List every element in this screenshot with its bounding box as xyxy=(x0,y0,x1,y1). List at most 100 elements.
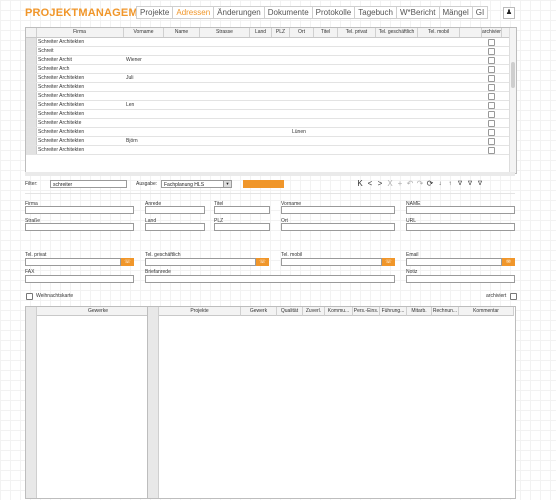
column-header-f-hrung[interactable]: Führung... xyxy=(380,307,407,316)
undo-icon[interactable]: ↶ xyxy=(406,179,414,189)
archiviert-checkbox[interactable] xyxy=(488,120,495,127)
row-selector[interactable] xyxy=(26,128,37,136)
titel-field[interactable] xyxy=(214,206,270,214)
redo-icon[interactable]: ↷ xyxy=(416,179,424,189)
archiviert-checkbox[interactable] xyxy=(488,111,495,118)
archiviert-checkbox[interactable] xyxy=(488,39,495,46)
filter-clear-icon[interactable]: ∇ xyxy=(466,179,474,189)
row-selector[interactable] xyxy=(26,92,37,100)
first-icon[interactable]: K xyxy=(356,179,364,189)
column-header-vorname[interactable]: Vorname xyxy=(124,28,164,37)
archiviert-checkbox[interactable] xyxy=(488,66,495,73)
gewerke-header[interactable]: Gewerke xyxy=(37,307,160,316)
table-row[interactable]: Schreiter Architekten Björn xyxy=(26,137,509,146)
prev-icon[interactable]: < xyxy=(366,179,374,189)
column-header-projekte[interactable]: Projekte xyxy=(159,307,241,316)
row-selector[interactable] xyxy=(26,101,37,109)
plz-field[interactable] xyxy=(214,223,270,231)
send-email-button[interactable]: ✉ xyxy=(502,258,515,266)
table-row[interactable]: Schreiter Architekten Juli xyxy=(26,74,509,83)
row-selector[interactable] xyxy=(26,146,37,154)
call-privat-button[interactable]: ☏ xyxy=(121,258,134,266)
table-row[interactable]: Schreiter Architekten xyxy=(26,92,509,101)
column-header-plz[interactable]: PLZ xyxy=(272,28,290,37)
archiviert-checkbox[interactable] xyxy=(488,147,495,154)
anrede-field[interactable] xyxy=(145,206,205,214)
next-icon[interactable]: > xyxy=(376,179,384,189)
archiviert-checkbox[interactable] xyxy=(488,129,495,136)
sort-desc-icon[interactable]: ↑ xyxy=(446,179,454,189)
notiz-field[interactable] xyxy=(406,275,515,283)
column-header-tel-gesch-ftlich[interactable]: Tel. geschäftlich xyxy=(376,28,418,37)
last-icon[interactable]: X xyxy=(386,179,394,189)
column-header-mitarb[interactable]: Mitarb. xyxy=(407,307,432,316)
add-icon[interactable]: + xyxy=(396,179,404,189)
user-button[interactable]: ♟ xyxy=(503,7,515,19)
sort-asc-icon[interactable]: ↓ xyxy=(436,179,444,189)
archiviert-checkbox[interactable] xyxy=(488,138,495,145)
strasse-field[interactable] xyxy=(25,223,134,231)
column-header-tel-privat[interactable]: Tel. privat xyxy=(338,28,376,37)
email-field[interactable] xyxy=(406,258,502,266)
column-header-zuverl[interactable]: Zuverl. xyxy=(303,307,325,316)
name-field[interactable] xyxy=(406,206,515,214)
tel-privat-field[interactable] xyxy=(25,258,121,266)
tab-tagebuch[interactable]: Tagebuch xyxy=(354,6,396,19)
column-header-pers-eins[interactable]: Pers.-Eins. xyxy=(353,307,380,316)
tab-protokolle[interactable]: Protokolle xyxy=(311,6,355,19)
row-selector[interactable] xyxy=(26,47,37,55)
table-row[interactable]: Schreiter Architekten xyxy=(26,83,509,92)
column-header-archiviert[interactable]: archiviert xyxy=(482,28,502,37)
vorname-field[interactable] xyxy=(281,206,395,214)
weihnachtskarte-checkbox[interactable] xyxy=(26,293,33,300)
archiviert-checkbox[interactable] xyxy=(510,293,517,300)
tab-gi[interactable]: GI xyxy=(471,6,489,19)
archiviert-checkbox[interactable] xyxy=(488,75,495,82)
column-header-qualit-t[interactable]: Qualität xyxy=(277,307,303,316)
table-row[interactable]: Schreit xyxy=(26,47,509,56)
column-header-titel[interactable]: Titel xyxy=(314,28,338,37)
column-header-name[interactable]: Name xyxy=(164,28,200,37)
column-header-kommentar[interactable]: Kommentar xyxy=(459,307,514,316)
land-field[interactable] xyxy=(145,223,205,231)
column-header-kommu[interactable]: Kommu... xyxy=(325,307,353,316)
column-header-land[interactable]: Land xyxy=(250,28,272,37)
table-row[interactable]: Schreiter Architekten Len xyxy=(26,101,509,110)
ort-field[interactable] xyxy=(281,223,395,231)
archiviert-checkbox[interactable] xyxy=(488,57,495,64)
table-row[interactable]: Schreiter Architekten xyxy=(26,38,509,47)
row-selector[interactable] xyxy=(26,83,37,91)
tab-adressen[interactable]: Adressen xyxy=(172,6,214,19)
row-selector[interactable] xyxy=(26,65,37,73)
table-row[interactable]: Schreiter Architekten xyxy=(26,146,509,155)
url-field[interactable] xyxy=(406,223,515,231)
vertical-scrollbar[interactable] xyxy=(509,28,516,173)
row-selector[interactable] xyxy=(26,56,37,64)
table-row[interactable]: Schreiter Architekten Lünen xyxy=(26,128,509,137)
table-row[interactable]: Schreiter Architekten xyxy=(26,110,509,119)
archiviert-checkbox[interactable] xyxy=(488,84,495,91)
tab-w-bericht[interactable]: W*Bericht xyxy=(395,6,439,19)
row-selector[interactable] xyxy=(26,38,37,46)
row-selector[interactable] xyxy=(26,119,37,127)
filter-icon[interactable]: ∇ xyxy=(456,179,464,189)
column-header-tel-mobil[interactable]: Tel. mobil xyxy=(418,28,460,37)
filter-input[interactable]: schreiter xyxy=(50,180,127,188)
column-header-rechnun[interactable]: Rechnun... xyxy=(432,307,459,316)
table-row[interactable]: Schreiter Architekte xyxy=(26,119,509,128)
export-button[interactable] xyxy=(243,180,284,188)
tab-dokumente[interactable]: Dokumente xyxy=(263,6,312,19)
row-selector[interactable] xyxy=(26,137,37,145)
archiviert-checkbox[interactable] xyxy=(488,48,495,55)
horizontal-scrollbar[interactable] xyxy=(25,172,515,176)
filter-active-icon[interactable]: ∇ xyxy=(476,179,484,189)
column-header-ort[interactable]: Ort xyxy=(290,28,314,37)
row-selector[interactable] xyxy=(26,110,37,118)
tel-geschaeftlich-field[interactable] xyxy=(145,258,256,266)
scroll-thumb[interactable] xyxy=(511,62,515,88)
archiviert-checkbox[interactable] xyxy=(488,102,495,109)
column-header-firma[interactable]: Firma xyxy=(36,28,124,37)
column-header-strasse[interactable]: Strasse xyxy=(200,28,250,37)
archiviert-checkbox[interactable] xyxy=(488,93,495,100)
tab--nderungen[interactable]: Änderungen xyxy=(213,6,264,19)
